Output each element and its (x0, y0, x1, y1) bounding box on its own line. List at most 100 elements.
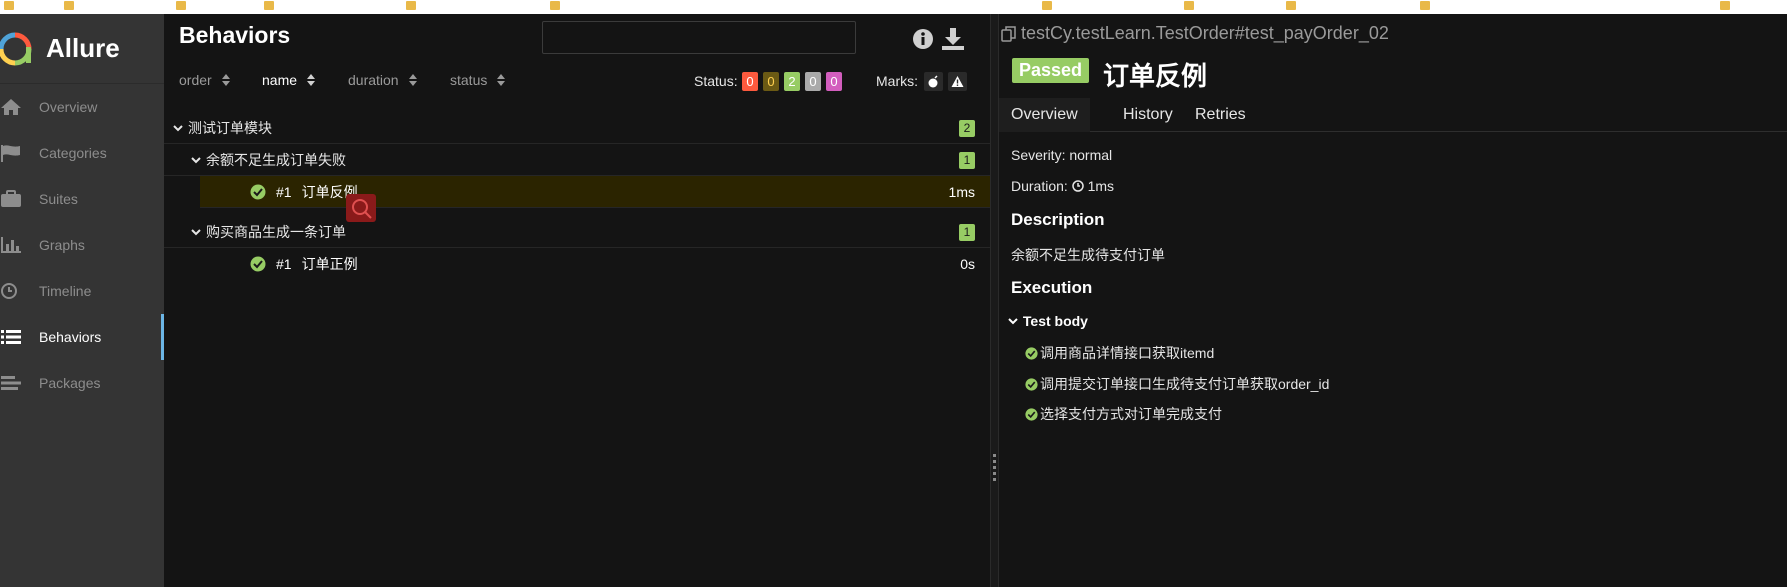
list-icon (0, 325, 26, 349)
tab-retries[interactable]: Retries (1183, 98, 1258, 132)
brand-name: Allure (46, 33, 120, 63)
sidebar-item-categories[interactable]: Categories (0, 130, 164, 176)
passed-check-icon (250, 256, 266, 272)
sort-duration[interactable]: duration (348, 72, 417, 88)
tree-group-feature[interactable]: 余额不足生成订单失败 1 (164, 144, 990, 176)
sidebar-item-suites[interactable]: Suites (0, 176, 164, 222)
test-body-label: Test body (1022, 313, 1088, 329)
test-case-row[interactable]: #1 订单正例 0s (200, 248, 990, 280)
severity-row: Severity: normal (1011, 147, 1112, 163)
sidebar-item-label: Timeline (39, 283, 92, 299)
breadcrumb[interactable]: testCy.testLearn.TestOrder#test_payOrder… (1001, 23, 1389, 44)
test-body-toggle[interactable]: Test body (1007, 313, 1088, 329)
status-broken-toggle[interactable]: 0 (763, 72, 779, 91)
status-passed-toggle[interactable]: 2 (784, 72, 800, 91)
step-row[interactable]: 调用商品详情接口获取itemd (1025, 343, 1214, 363)
group-count-badge: 1 (959, 152, 975, 169)
tab-history[interactable]: History (1111, 98, 1185, 132)
chevron-down-icon (1008, 318, 1018, 325)
test-detail-pane: testCy.testLearn.TestOrder#test_payOrder… (999, 14, 1787, 587)
sidebar-item-label: Graphs (39, 237, 85, 253)
breadcrumb-text: testCy.testLearn.TestOrder#test_payOrder… (1021, 23, 1389, 43)
step-label: 调用商品详情接口获取itemd (1040, 345, 1215, 361)
test-duration: 0s (960, 256, 975, 272)
sort-duration-label: duration (348, 72, 399, 88)
bar-chart-icon (0, 233, 26, 257)
clock-icon (1071, 180, 1084, 192)
passed-check-icon (1025, 346, 1038, 360)
clock-icon (0, 279, 26, 303)
sidebar-item-overview[interactable]: Overview (0, 84, 164, 130)
duration-label: Duration: (1011, 178, 1068, 194)
sidebar-nav: Overview Categories Suites Graphs Timeli… (0, 84, 164, 406)
passed-check-icon (1025, 377, 1038, 391)
tab-overview[interactable]: Overview (999, 98, 1090, 132)
sidebar-item-label: Overview (39, 99, 98, 115)
step-label: 调用提交订单接口生成待支付订单获取order_id (1040, 376, 1330, 392)
status-filter-label: Status: (694, 73, 738, 89)
sidebar-item-label: Behaviors (39, 329, 102, 345)
sort-bar: order name duration status Status: 0 0 2… (164, 72, 990, 98)
info-icon[interactable] (910, 26, 936, 52)
page-title: Behaviors (179, 22, 291, 48)
sort-status-label: status (450, 72, 488, 88)
warning-icon (951, 76, 964, 87)
test-title: 订单反例 (1103, 61, 1208, 91)
sidebar-item-timeline[interactable]: Timeline (0, 268, 164, 314)
status-badge: Passed (1012, 58, 1090, 83)
tree-group-feature[interactable]: 购买商品生成一条订单 1 (164, 216, 990, 248)
sidebar-item-graphs[interactable]: Graphs (0, 222, 164, 268)
sort-icon (497, 74, 506, 86)
group-count-badge: 2 (959, 120, 975, 137)
test-number: #1 (276, 183, 292, 200)
sidebar-item-label: Suites (39, 191, 78, 207)
duration-value: 1ms (1087, 178, 1115, 194)
behaviors-tree: 测试订单模块 2 余额不足生成订单失败 1 #1 订单反例 1ms 购买商品生成… (164, 112, 990, 280)
step-row[interactable]: 调用提交订单接口生成待支付订单获取order_id (1025, 374, 1329, 394)
status-skipped-toggle[interactable]: 0 (805, 72, 821, 91)
group-count-badge: 1 (959, 224, 975, 241)
allure-logo-icon (0, 32, 32, 65)
search-input[interactable] (542, 21, 856, 54)
flag-icon (0, 141, 26, 165)
sort-name[interactable]: name (262, 72, 316, 88)
sidebar-item-label: Packages (39, 375, 101, 391)
sort-name-label: name (262, 72, 298, 88)
sort-status[interactable]: status (450, 72, 506, 88)
step-row[interactable]: 选择支付方式对订单完成支付 (1025, 404, 1222, 424)
group-label: 购买商品生成一条订单 (206, 223, 346, 240)
status-failed-toggle[interactable]: 0 (742, 72, 758, 91)
align-left-icon (0, 371, 26, 395)
chevron-down-icon (173, 124, 183, 131)
sidebar-item-packages[interactable]: Packages (0, 360, 164, 406)
sort-order[interactable]: order (179, 72, 230, 88)
sort-icon (408, 74, 417, 86)
drag-handle-icon (993, 454, 996, 481)
execution-heading: Execution (1011, 278, 1093, 297)
behaviors-header: Behaviors (164, 14, 990, 58)
sort-order-label: order (179, 72, 212, 88)
sort-icon (221, 74, 230, 86)
download-icon[interactable] (940, 26, 966, 52)
status-unknown-toggle[interactable]: 0 (826, 72, 842, 91)
browser-bookmarks-bar (0, 0, 1787, 14)
step-label: 选择支付方式对订单完成支付 (1040, 406, 1222, 422)
brand[interactable]: Allure (0, 14, 164, 84)
passed-check-icon (250, 184, 266, 199)
bomb-icon (928, 75, 938, 88)
flaky-mark-toggle[interactable] (924, 72, 943, 91)
copy-icon (1001, 25, 1016, 42)
behaviors-pane: Behaviors order name duration status Sta… (164, 14, 990, 587)
chevron-down-icon (191, 228, 201, 235)
pane-splitter[interactable] (990, 14, 999, 587)
briefcase-icon (0, 187, 26, 211)
description-heading: Description (1011, 210, 1105, 229)
sidebar-item-behaviors[interactable]: Behaviors (0, 314, 164, 360)
chevron-down-icon (191, 156, 201, 163)
test-number: #1 (276, 256, 292, 272)
severity-label: Severity: (1011, 147, 1066, 163)
tree-group-epic[interactable]: 测试订单模块 2 (164, 112, 990, 144)
marks-filter-label: Marks: (876, 73, 918, 89)
test-case-row[interactable]: #1 订单反例 1ms (200, 176, 990, 222)
new-failed-mark-toggle[interactable] (948, 72, 967, 91)
